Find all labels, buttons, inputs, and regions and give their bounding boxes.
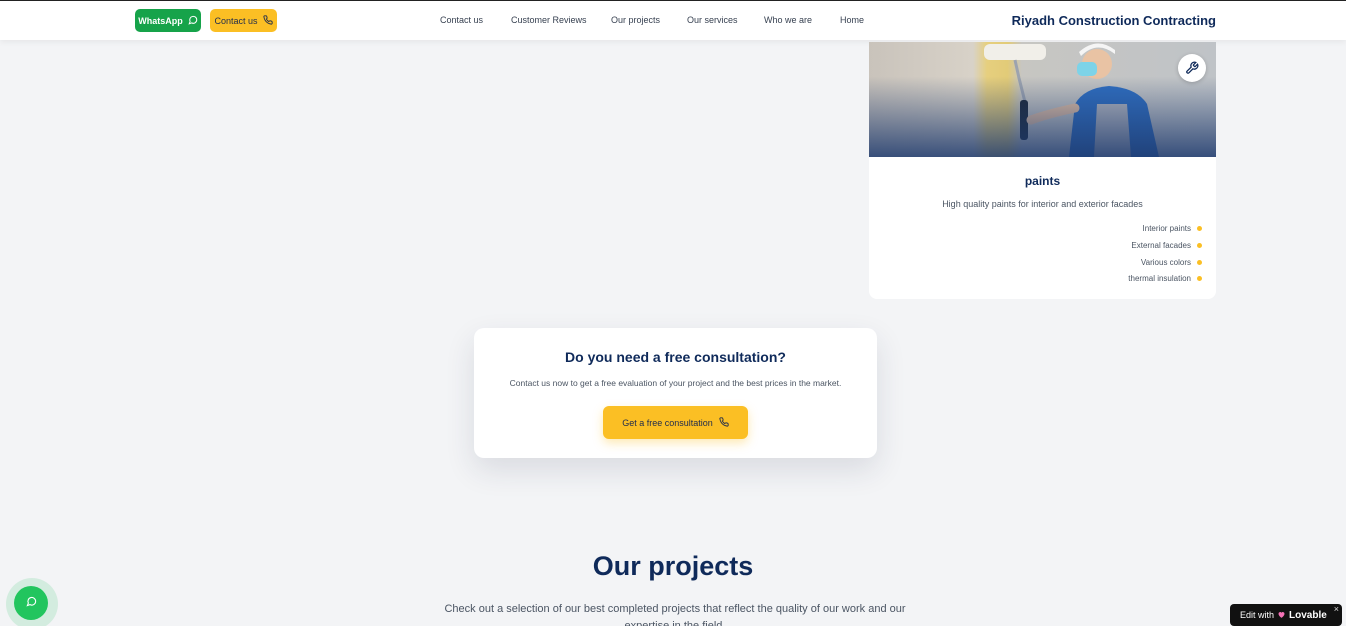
projects-subtitle: Check out a selection of our best comple… xyxy=(444,603,906,626)
free-consultation-button[interactable]: Get a free consultation xyxy=(603,406,748,439)
chat-bubble-icon xyxy=(25,594,37,612)
projects-title: Our projects xyxy=(592,551,754,581)
nav-our-projects[interactable]: Our projects xyxy=(611,15,660,25)
bullet-dot-icon xyxy=(1197,276,1202,281)
chat-bubble-icon xyxy=(188,15,198,27)
feature-label: thermal insulation xyxy=(1128,274,1191,283)
service-description: High quality paints for interior and ext… xyxy=(942,199,1143,209)
contact-label: Contact us xyxy=(214,15,258,26)
service-card-paints: paints High quality paints for interior … xyxy=(869,42,1216,299)
phone-icon xyxy=(719,416,729,429)
site-brand[interactable]: Riyadh Construction Contracting xyxy=(1012,13,1216,28)
feature-label: Interior paints xyxy=(1142,224,1191,233)
heart-icon xyxy=(1277,610,1286,621)
consultation-title: Do you need a free consultation? xyxy=(565,349,786,365)
consultation-text: Contact us now to get a free evaluation … xyxy=(509,378,842,388)
whatsapp-label: WhatsApp xyxy=(138,15,183,26)
nav-who-we-are[interactable]: Who we are xyxy=(764,15,812,25)
service-title: paints xyxy=(1024,174,1061,188)
feature-item: External facades xyxy=(1131,241,1202,250)
painter-image xyxy=(869,42,1216,157)
close-icon[interactable]: × xyxy=(1334,604,1339,614)
feature-label: Various colors xyxy=(1140,258,1191,267)
floating-chat-button[interactable] xyxy=(6,578,58,626)
nav-our-services[interactable]: Our services xyxy=(687,15,738,25)
feature-label: External facades xyxy=(1131,241,1191,250)
bullet-dot-icon xyxy=(1197,260,1202,265)
feature-item: thermal insulation xyxy=(1128,274,1202,283)
nav-contact-us[interactable]: Contact us xyxy=(440,15,483,25)
bullet-dot-icon xyxy=(1197,226,1202,231)
feature-item: Various colors xyxy=(1141,258,1202,267)
lovable-prefix: Edit with xyxy=(1240,610,1275,620)
lovable-brand: Lovable xyxy=(1289,609,1327,621)
contact-us-button[interactable]: Contact us xyxy=(210,9,277,32)
bullet-dot-icon xyxy=(1197,243,1202,248)
whatsapp-button[interactable]: WhatsApp xyxy=(135,9,201,32)
nav-customer-reviews[interactable]: Customer Reviews xyxy=(511,15,587,25)
feature-item: Interior paints xyxy=(1143,224,1202,233)
edit-with-lovable-badge[interactable]: Edit with Lovable × xyxy=(1230,604,1342,626)
wrench-icon xyxy=(1178,54,1206,82)
phone-icon xyxy=(262,14,273,27)
nav-home[interactable]: Home xyxy=(840,15,864,25)
consultation-button-label: Get a free consultation xyxy=(622,417,713,428)
consultation-box: Do you need a free consultation? Contact… xyxy=(474,328,877,458)
top-navbar: WhatsApp Contact us Contact us Customer … xyxy=(0,0,1346,40)
